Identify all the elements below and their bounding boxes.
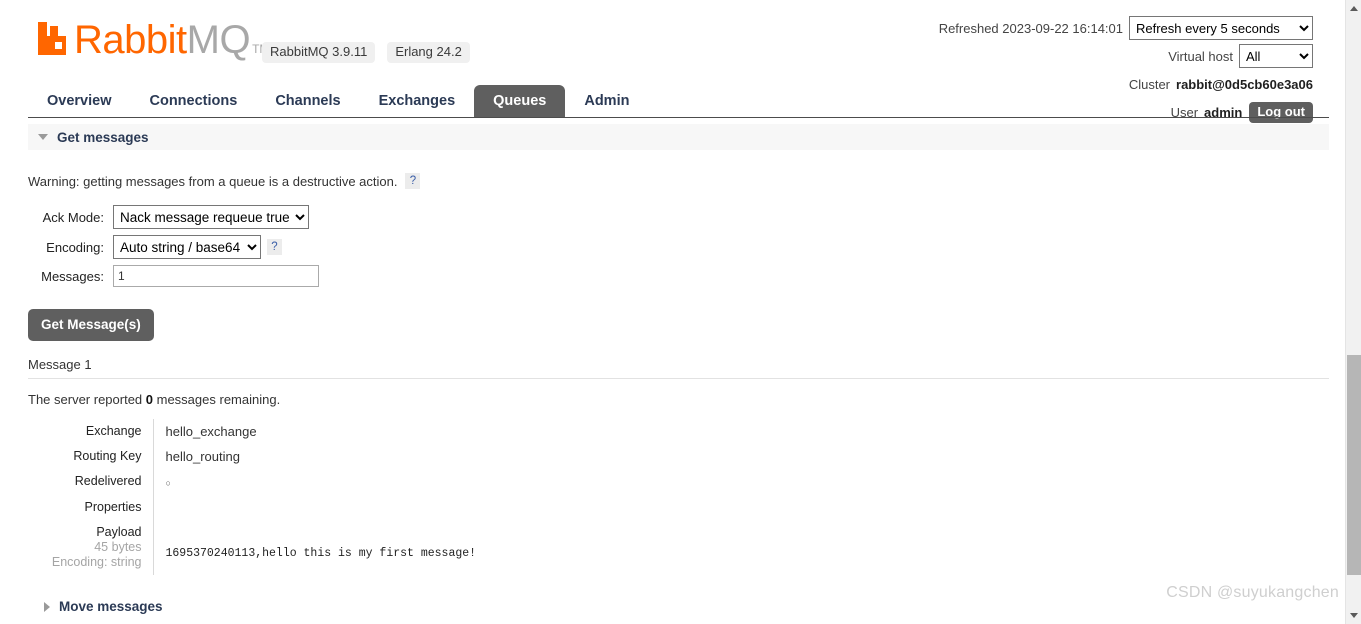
tab-connections[interactable]: Connections — [131, 85, 257, 118]
warning-text: Warning: getting messages from a queue i… — [28, 173, 398, 189]
tab-admin[interactable]: Admin — [565, 85, 648, 118]
version-badges: RabbitMQ 3.9.11 Erlang 24.2 — [262, 42, 470, 63]
redelivered-value: ○ — [153, 469, 476, 495]
payload-label: Payload — [96, 525, 142, 539]
scroll-down-arrow-icon[interactable] — [1346, 607, 1361, 624]
table-row: Exchange hello_exchange — [28, 419, 476, 444]
watermark-text: CSDN @suyukangchen — [1166, 584, 1339, 601]
get-messages-button[interactable]: Get Message(s) — [28, 309, 154, 341]
exchange-key: Exchange — [28, 419, 154, 444]
table-row: Payload 45 bytes Encoding: string 169537… — [28, 520, 476, 575]
payload-value: 1695370240113,hello this is my first mes… — [165, 547, 477, 560]
triangle-right-icon — [44, 601, 50, 612]
scrollbar-thumb[interactable] — [1347, 355, 1361, 575]
redelivered-false-icon: ○ — [165, 478, 171, 488]
payload-cell: 1695370240113,hello this is my first mes… — [153, 520, 477, 575]
payload-encoding: Encoding: string — [51, 555, 142, 569]
vhost-row: Virtual host All — [939, 44, 1313, 68]
remaining-prefix: The server reported — [28, 392, 146, 407]
messages-count-label: Messages: — [41, 268, 104, 284]
brand-logo[interactable]: RabbitMQ TM — [38, 20, 269, 60]
payload-key: Payload 45 bytes Encoding: string — [28, 520, 154, 575]
routing-key-value: hello_routing — [165, 449, 240, 464]
destructive-warning: Warning: getting messages from a queue i… — [28, 173, 1345, 189]
move-messages-title: Move messages — [59, 599, 163, 614]
ack-mode-select[interactable]: Nack message requeue true — [113, 205, 309, 229]
scroll-up-arrow-icon[interactable] — [1346, 0, 1361, 17]
encoding-select[interactable]: Auto string / base64 — [113, 235, 261, 259]
virtual-host-select[interactable]: All — [1239, 44, 1313, 68]
tab-channels[interactable]: Channels — [256, 85, 359, 118]
move-messages-section-header[interactable]: Move messages — [28, 599, 1345, 614]
messages-count-row: Messages: — [28, 265, 1345, 287]
encoding-row: Encoding: Auto string / base64 ? — [28, 235, 1345, 259]
vertical-scrollbar[interactable] — [1345, 0, 1361, 624]
messages-count-input[interactable] — [113, 265, 319, 287]
page-content: RabbitMQ TM RabbitMQ 3.9.11 Erlang 24.2 … — [0, 0, 1345, 624]
get-messages-title: Get messages — [57, 129, 149, 145]
redelivered-key: Redelivered — [28, 469, 154, 495]
table-row: Redelivered ○ — [28, 469, 476, 495]
message-heading: Message 1 — [28, 357, 1329, 379]
table-row: Routing Key hello_routing — [28, 444, 476, 469]
messages-remaining-text: The server reported 0 messages remaining… — [28, 392, 1345, 407]
refresh-interval-select[interactable]: Refresh every 5 seconds — [1129, 16, 1313, 40]
message-detail-table: Exchange hello_exchange Routing Key hell… — [28, 419, 476, 575]
ack-mode-label: Ack Mode: — [42, 209, 104, 225]
properties-key: Properties — [28, 495, 154, 520]
remaining-count: 0 — [145, 392, 154, 407]
refresh-row: Refreshed 2023-09-22 16:14:01 Refresh ev… — [939, 16, 1313, 40]
page-viewport: RabbitMQ TM RabbitMQ 3.9.11 Erlang 24.2 … — [0, 0, 1345, 624]
properties-value — [153, 495, 476, 520]
page-header: RabbitMQ TM RabbitMQ 3.9.11 Erlang 24.2 … — [0, 0, 1345, 123]
payload-size: 45 bytes — [94, 540, 142, 554]
encoding-help-icon[interactable]: ? — [267, 239, 282, 255]
tab-overview[interactable]: Overview — [28, 85, 131, 118]
main-nav: Overview Connections Channels Exchanges … — [28, 84, 1345, 118]
brand-wordmark: RabbitMQ — [74, 18, 251, 62]
refreshed-timestamp: Refreshed 2023-09-22 16:14:01 — [938, 20, 1123, 36]
routing-key-key: Routing Key — [28, 444, 154, 469]
rabbitmq-management-page: RabbitMQ TM RabbitMQ 3.9.11 Erlang 24.2 … — [0, 0, 1361, 624]
table-row: Properties — [28, 495, 476, 520]
encoding-label: Encoding: — [46, 239, 104, 255]
rabbitmq-version-badge: RabbitMQ 3.9.11 — [262, 42, 376, 63]
virtual-host-label: Virtual host — [1168, 48, 1233, 64]
get-messages-body: Warning: getting messages from a queue i… — [0, 173, 1345, 624]
remaining-suffix: messages remaining. — [153, 392, 281, 407]
exchange-value: hello_exchange — [165, 424, 257, 439]
tab-exchanges[interactable]: Exchanges — [360, 85, 475, 118]
warning-help-icon[interactable]: ? — [405, 173, 421, 189]
nav-divider — [28, 117, 1329, 118]
rabbit-logo-icon — [38, 22, 72, 55]
get-messages-form: Ack Mode: Nack message requeue true Enco… — [28, 205, 1345, 287]
brand-name-primary: Rabbit — [74, 18, 187, 62]
tab-queues[interactable]: Queues — [474, 85, 566, 118]
brand-name-secondary: MQ — [186, 18, 251, 62]
erlang-version-badge: Erlang 24.2 — [387, 42, 470, 63]
ack-mode-row: Ack Mode: Nack message requeue true — [28, 205, 1345, 229]
triangle-down-icon — [38, 134, 48, 140]
